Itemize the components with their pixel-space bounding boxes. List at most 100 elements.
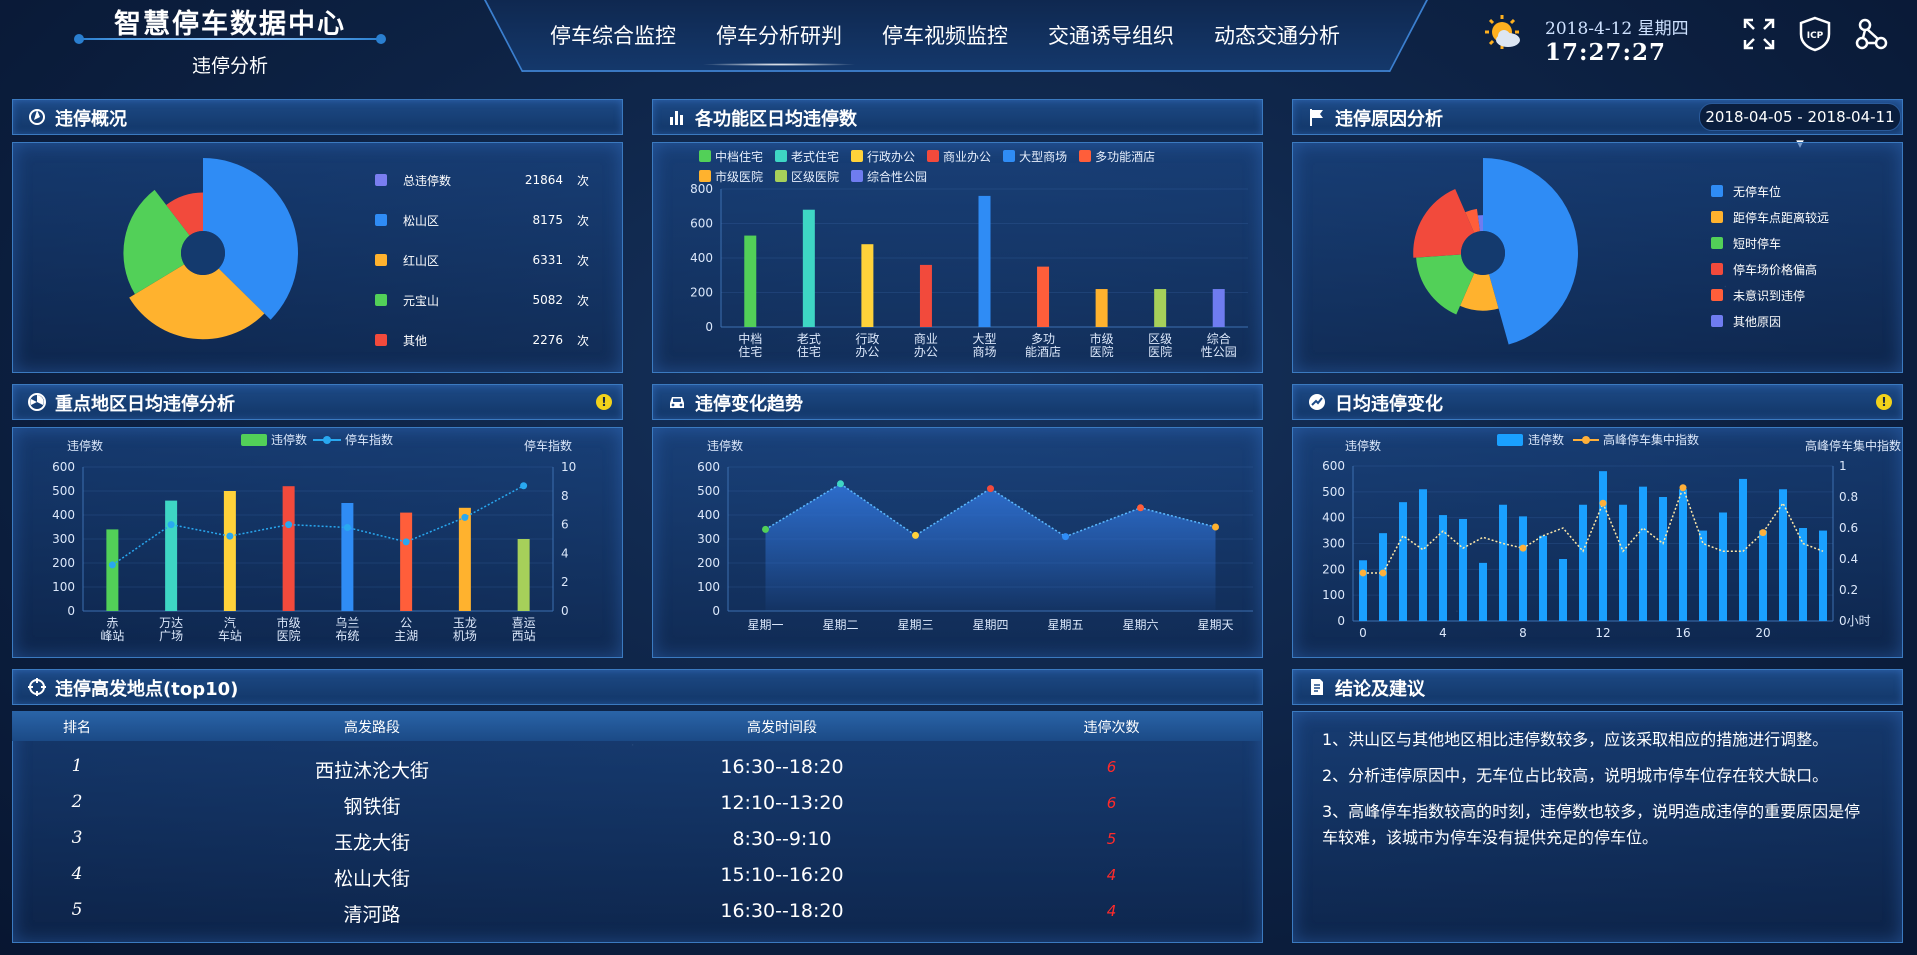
index-point[interactable] [108,561,116,569]
bar[interactable] [1799,528,1807,621]
bar[interactable] [517,539,530,611]
bar[interactable] [223,491,236,611]
trend-point[interactable] [912,531,919,539]
index-point[interactable] [461,513,469,521]
table-row[interactable]: 4 松山大街 15:10--16:20 4 [12,858,1261,894]
overview-legend-item[interactable]: 松山区 8175 次 [375,200,589,240]
table-row[interactable]: 2 钢铁街 12:10--13:20 6 [12,786,1261,822]
cell-time: 16:30--18:20 [720,900,844,922]
bar[interactable] [1399,502,1407,621]
bar[interactable] [1579,504,1587,621]
nav-item-video-monitor[interactable]: 停车视频监控 [862,14,1028,56]
index-point[interactable] [1679,484,1687,492]
network-icon[interactable] [1852,15,1890,53]
bar[interactable] [1539,535,1547,621]
bar[interactable] [1379,533,1387,621]
trend-point[interactable] [837,480,844,488]
bar[interactable] [1639,486,1647,621]
bar[interactable] [1519,516,1527,621]
trend-point[interactable] [1062,533,1069,541]
bar[interactable] [861,244,874,327]
bar[interactable] [1419,489,1427,621]
fullscreen-icon[interactable] [1740,15,1778,53]
bar[interactable] [400,512,413,611]
bar[interactable] [1154,289,1167,327]
bar[interactable] [282,486,295,611]
nav-item-traffic-guidance[interactable]: 交通诱导组织 [1028,14,1194,56]
info-warning-icon[interactable]: ! [1876,394,1892,410]
bar[interactable] [1499,504,1507,621]
bar[interactable] [1212,289,1225,327]
bar[interactable] [1459,518,1467,621]
index-point[interactable] [1599,499,1607,507]
overview-legend-item[interactable]: 其他 2276 次 [375,320,589,360]
bar[interactable] [1599,471,1607,621]
index-point[interactable] [343,523,351,531]
bar[interactable] [341,503,354,611]
trend-point[interactable] [1212,523,1219,531]
index-point[interactable] [1759,529,1767,537]
bar[interactable] [1739,478,1747,621]
legend-swatch [1711,315,1723,327]
bar[interactable] [802,209,815,327]
date-range-picker[interactable]: 2018-04-05 - 2018-04-11 ▾ [1699,103,1901,152]
bar[interactable] [1759,530,1767,621]
bar[interactable] [1679,489,1687,621]
x-tick-label: 12 [1595,626,1610,640]
legend-swatch-bar [1497,434,1523,446]
bar[interactable] [1479,562,1487,621]
y-tick-label: 600 [690,217,713,231]
reason-legend-item[interactable]: 未意识到违停 [1711,282,1829,308]
x-tick-label: 星期天 [1197,618,1233,632]
nav-item-dynamic-traffic[interactable]: 动态交通分析 [1194,14,1360,56]
reason-legend-item[interactable]: 距停车点距离较远 [1711,204,1829,230]
bar[interactable] [1559,559,1567,621]
legend-name: 距停车点距离较远 [1733,210,1830,225]
bar[interactable] [1719,512,1727,622]
table-row[interactable]: 5 清河路 16:30--18:20 4 [12,894,1261,930]
bar[interactable] [1095,289,1108,327]
trend-point[interactable] [987,485,994,493]
reason-legend-item[interactable]: 短时停车 [1711,230,1829,256]
bar[interactable] [744,235,757,327]
icp-icon[interactable]: ICP [1796,15,1834,53]
nav-item-parking-analysis[interactable]: 停车分析研判 [696,14,862,66]
index-point[interactable] [402,538,410,546]
reason-legend-item[interactable]: 其他原因 [1711,308,1829,334]
reason-legend-item[interactable]: 停车场价格偏高 [1711,256,1829,282]
reason-legend-item[interactable]: 无停车位 [1711,178,1829,204]
bar[interactable] [1659,497,1667,621]
bar[interactable] [1359,560,1367,621]
index-point[interactable] [1359,569,1367,577]
bar[interactable] [165,500,178,611]
bar[interactable] [1819,530,1827,621]
bar[interactable] [458,507,471,611]
info-warning-icon[interactable]: ! [596,394,612,410]
overview-legend-item[interactable]: 红山区 6331 次 [375,240,589,280]
index-point[interactable] [1519,544,1527,552]
nav-item-parking-monitor[interactable]: 停车综合监控 [530,14,696,56]
bar[interactable] [1619,504,1627,621]
index-point[interactable] [226,532,234,540]
index-point[interactable] [167,521,175,529]
index-point[interactable] [1379,569,1387,577]
overview-legend-item[interactable]: 元宝山 5082 次 [375,280,589,320]
app-subtitle: 违停分析 [191,55,268,77]
reason-rose-hole [1461,231,1505,275]
cell-count: 5 [1106,830,1117,848]
bar[interactable] [1037,266,1050,327]
index-point[interactable] [285,521,293,529]
table-row[interactable]: 3 玉龙大街 8:30--9:10 5 [12,822,1261,858]
legend-swatch [1711,263,1723,275]
bar[interactable] [106,529,119,611]
panel-title-overview: 违停概况 [12,99,623,135]
bar[interactable] [919,264,932,327]
index-point[interactable] [520,482,528,490]
legend-name: 无停车位 [1733,184,1782,199]
bar[interactable] [978,195,991,327]
trend-point[interactable] [762,525,769,533]
overview-legend-item[interactable]: 总违停数 21864 次 [375,160,589,200]
y-tick-label: 400 [1322,511,1345,525]
table-row[interactable]: 1 西拉沐沦大街 16:30--18:20 6 [12,750,1261,786]
trend-point[interactable] [1137,504,1144,512]
